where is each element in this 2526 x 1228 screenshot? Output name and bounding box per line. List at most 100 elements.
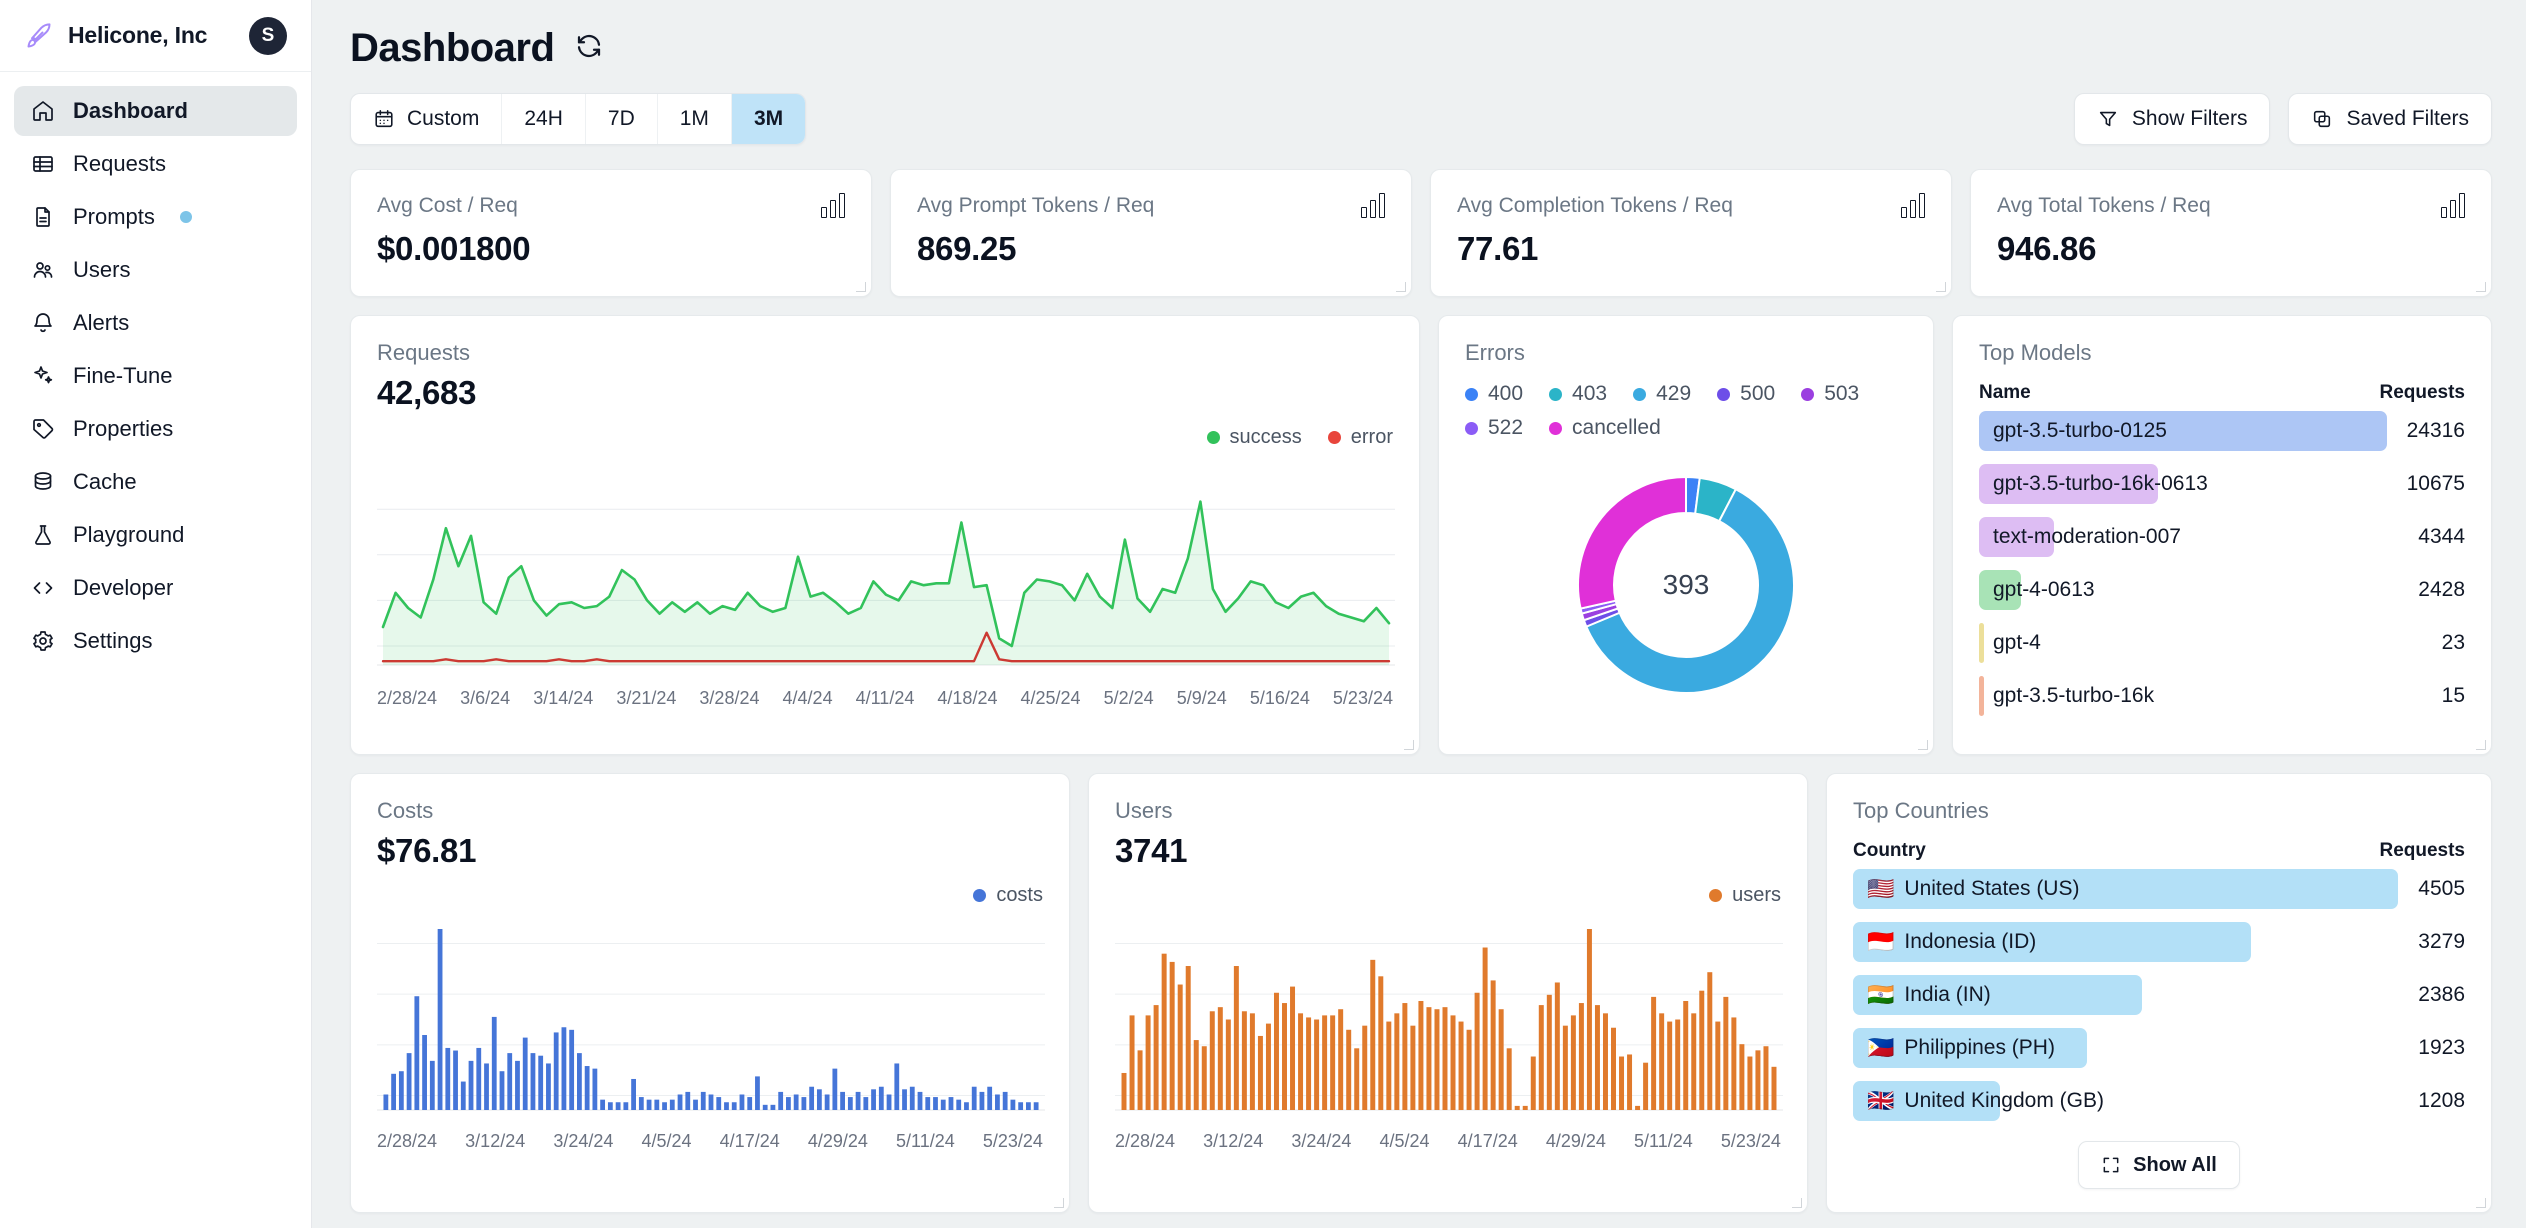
users-total: 3741	[1115, 832, 1188, 869]
col-name: Name	[1979, 382, 2031, 403]
table-row[interactable]: gpt-3.5-turbo-16k-0613 10675	[1953, 457, 2491, 510]
sidebar-item-label: Fine-Tune	[73, 363, 173, 388]
legend-item-users: users	[1709, 884, 1781, 907]
sidebar-item-cache[interactable]: Cache	[14, 457, 297, 507]
col-requests: Requests	[2379, 840, 2465, 861]
sidebar-item-properties[interactable]: Properties	[14, 404, 297, 454]
model-requests: 15	[2441, 683, 2465, 707]
model-name-cell: gpt-3.5-turbo-16k-0613	[1979, 463, 2387, 504]
legend-label: 400	[1488, 382, 1524, 405]
beaker-icon	[30, 522, 56, 548]
resize-handle[interactable]	[1394, 280, 1406, 292]
legend-item-429: 429	[1633, 382, 1691, 406]
panel-title: Top Models	[1979, 340, 2092, 365]
country-requests: 4505	[2418, 876, 2465, 900]
code-icon	[30, 575, 56, 601]
tab-custom[interactable]: Custom	[351, 94, 503, 144]
resize-handle[interactable]	[1916, 738, 1928, 750]
sidebar-item-settings[interactable]: Settings	[14, 616, 297, 666]
model-name: gpt-3.5-turbo-16k-0613	[1993, 471, 2208, 495]
show-all-button[interactable]: Show All	[2078, 1141, 2240, 1189]
requests-chart[interactable]	[377, 457, 1395, 682]
table-row[interactable]: gpt-4 23	[1953, 616, 2491, 669]
costs-total: $76.81	[377, 832, 477, 869]
users-legend: users	[1115, 884, 1781, 907]
page-header: Dashboard	[350, 26, 2492, 71]
table-row[interactable]: gpt-3.5-turbo-0125 24316	[1953, 404, 2491, 457]
table-row[interactable]: 🇮🇳 India (IN) 2386	[1827, 968, 2491, 1021]
users-chart[interactable]	[1115, 915, 1783, 1125]
users-panel: Users 3741 users 2/28/24 3/12/24 3/24/24 4/…	[1088, 773, 1808, 1213]
legend-label: cancelled	[1572, 416, 1661, 439]
gear-icon	[30, 628, 56, 654]
dashboard-app: Helicone, Inc S Dashboard Requests Promp…	[0, 0, 2526, 1228]
sidebar-item-label: Properties	[73, 416, 174, 441]
x-tick-label: 4/29/24	[1545, 1131, 1606, 1151]
sparkles-icon	[30, 363, 56, 389]
sidebar-item-users[interactable]: Users	[14, 245, 297, 295]
sidebar-item-label: Playground	[73, 522, 185, 547]
x-tick-label: 5/2/24	[1103, 688, 1154, 708]
tab-24h[interactable]: 24H	[502, 94, 586, 144]
sidebar-item-developer[interactable]: Developer	[14, 563, 297, 613]
table-row[interactable]: 🇬🇧 United Kingdom (GB) 1208	[1827, 1074, 2491, 1127]
legend-swatch	[1633, 387, 1647, 401]
kpi-card-avg-total-tokens: Avg Total Tokens / Req 946.86	[1970, 169, 2492, 297]
bar-chart-icon	[1901, 193, 1925, 218]
x-tick-label: 5/11/24	[896, 1131, 955, 1151]
sidebar-item-requests[interactable]: Requests	[14, 139, 297, 189]
model-name: gpt-4	[1993, 630, 2041, 654]
errors-legend: 400 403 429 500 503 522 cancelled	[1465, 382, 1905, 440]
copy-icon	[2314, 110, 2331, 128]
table-row[interactable]: text-moderation-007 4344	[1953, 510, 2491, 563]
legend-label: error	[1350, 426, 1393, 448]
country-name-cell: 🇬🇧 United Kingdom (GB)	[1853, 1080, 2398, 1121]
sidebar-item-alerts[interactable]: Alerts	[14, 298, 297, 348]
x-tick-label: 5/23/24	[982, 1131, 1043, 1151]
table-row[interactable]: 🇮🇩 Indonesia (ID) 3279	[1827, 915, 2491, 968]
bar-chart-icon	[2441, 193, 2465, 218]
show-filters-button[interactable]: Show Filters	[2073, 93, 2271, 145]
sidebar: Helicone, Inc S Dashboard Requests Promp…	[0, 0, 312, 1228]
users-icon	[30, 257, 56, 283]
saved-filters-button[interactable]: Saved Filters	[2288, 93, 2492, 145]
sidebar-item-dashboard[interactable]: Dashboard	[14, 86, 297, 136]
sidebar-item-prompts[interactable]: Prompts	[14, 192, 297, 242]
costs-x-axis: 2/28/24 3/12/24 3/24/24 4/5/24 4/17/24 4/29/2…	[377, 1125, 1043, 1152]
resize-handle[interactable]	[2474, 1196, 2486, 1208]
tab-3m[interactable]: 3M	[731, 94, 806, 144]
tab-7d[interactable]: 7D	[586, 94, 658, 144]
resize-handle[interactable]	[1052, 1196, 1064, 1208]
resize-handle[interactable]	[1402, 738, 1414, 750]
model-name-cell: gpt-4-0613	[1979, 569, 2398, 610]
model-requests: 2428	[2418, 577, 2465, 601]
resize-handle[interactable]	[1934, 280, 1946, 292]
x-tick-label: 4/5/24	[641, 1131, 692, 1151]
tab-1m[interactable]: 1M	[658, 94, 732, 144]
legend-swatch	[1206, 431, 1220, 444]
sidebar-item-playground[interactable]: Playground	[14, 510, 297, 560]
sidebar-item-fine-tune[interactable]: Fine-Tune	[14, 351, 297, 401]
costs-chart[interactable]	[377, 915, 1045, 1125]
table-row[interactable]: 🇵🇭 Philippines (PH) 1923	[1827, 1021, 2491, 1074]
table-row[interactable]: gpt-3.5-turbo-16k 15	[1953, 669, 2491, 722]
filter-actions: Show Filters Saved Filters	[2073, 93, 2492, 145]
rocket-icon	[24, 21, 54, 51]
legend-item-403: 403	[1549, 382, 1607, 406]
resize-handle[interactable]	[854, 280, 866, 292]
resize-handle[interactable]	[2474, 738, 2486, 750]
requests-total: 42,683	[377, 374, 477, 411]
requests-legend: success error	[377, 426, 1393, 449]
legend-swatch	[973, 889, 987, 902]
resize-handle[interactable]	[1790, 1196, 1802, 1208]
resize-handle[interactable]	[2474, 280, 2486, 292]
table-row[interactable]: gpt-4-0613 2428	[1953, 563, 2491, 616]
tab-label: 7D	[607, 107, 635, 130]
x-tick-label: 4/29/24	[807, 1131, 868, 1151]
show-all-wrap: Show All	[1827, 1141, 2491, 1189]
table-row[interactable]: 🇺🇸 United States (US) 4505	[1827, 862, 2491, 915]
legend-item-522: 522	[1465, 416, 1523, 440]
refresh-icon[interactable]	[574, 31, 604, 66]
errors-donut-chart[interactable]: 393	[1465, 450, 1907, 720]
avatar[interactable]: S	[249, 16, 287, 55]
